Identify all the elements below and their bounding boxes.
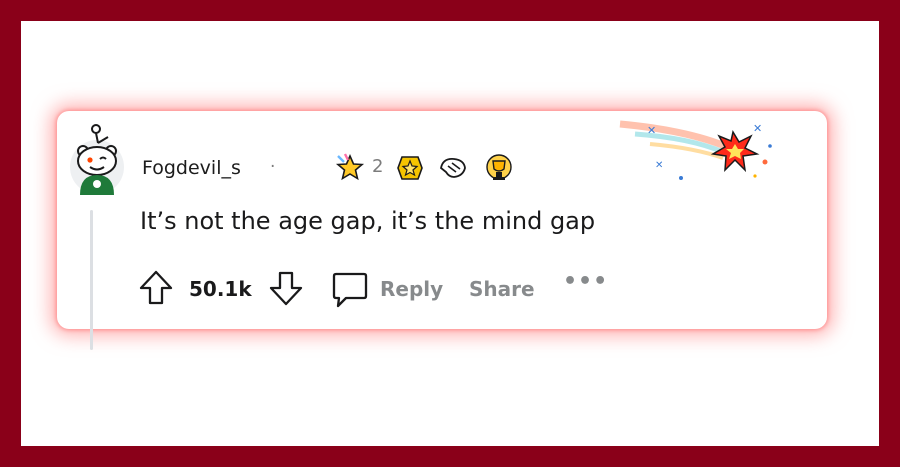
helpful-hand-award-icon[interactable] (438, 152, 468, 184)
trophy-award-icon[interactable] (484, 152, 514, 184)
reply-comment-icon[interactable] (331, 269, 369, 309)
username[interactable]: Fogdevil_s (142, 157, 241, 179)
comment-text: It’s not the age gap, it’s the mind gap (140, 207, 596, 235)
share-button[interactable]: Share (469, 277, 535, 301)
downvote-icon[interactable] (268, 269, 304, 307)
separator-dot: · (270, 157, 276, 177)
award-burst-decoration: ✕ ✕ ✕ (619, 120, 772, 180)
avatar[interactable] (68, 123, 126, 195)
thread-line[interactable] (90, 210, 93, 350)
gold-star-award-icon[interactable] (395, 152, 425, 184)
vote-count: 50.1k (189, 277, 252, 301)
svg-text:✕: ✕ (753, 122, 762, 135)
comment-action-bar: 50.1k Reply Share ••• (135, 265, 615, 309)
svg-text:✕: ✕ (655, 160, 663, 171)
award-count: 2 (372, 156, 384, 177)
more-options-button[interactable]: ••• (563, 269, 608, 294)
svg-text:✕: ✕ (647, 124, 656, 137)
rocket-like-award-icon[interactable] (335, 152, 365, 184)
upvote-icon[interactable] (138, 269, 174, 307)
reply-button[interactable]: Reply (380, 277, 443, 301)
